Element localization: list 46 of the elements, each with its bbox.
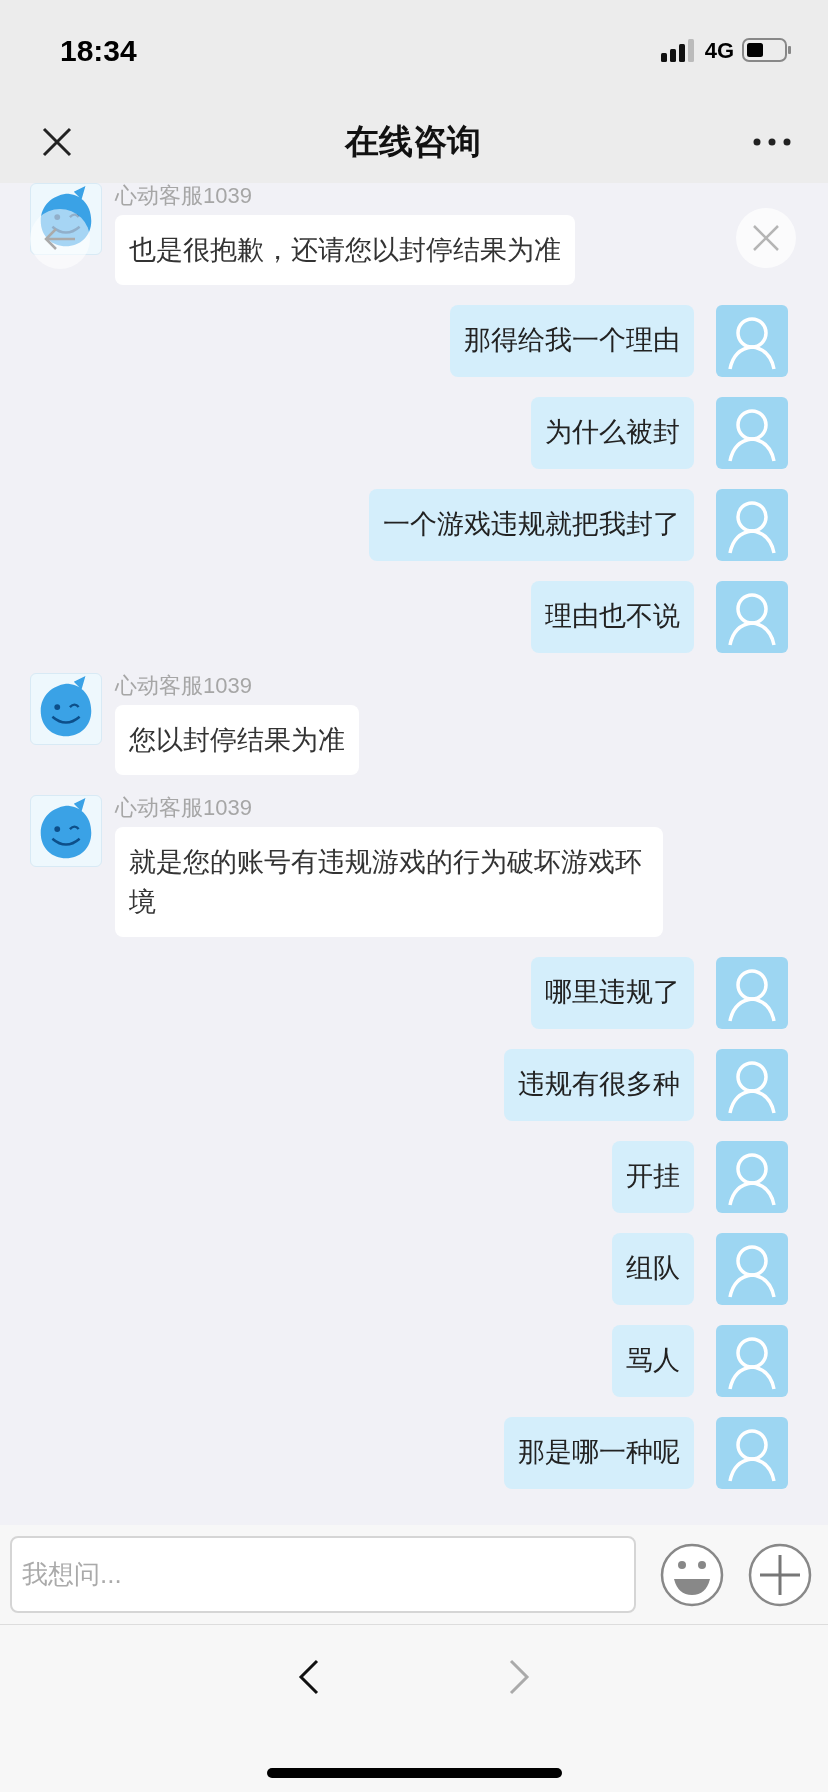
person-avatar-icon bbox=[716, 1325, 788, 1397]
message-bubble: 那是哪一种呢 bbox=[504, 1417, 694, 1489]
message-bubble: 那得给我一个理由 bbox=[450, 305, 694, 377]
more-icon bbox=[753, 137, 791, 146]
message-input[interactable]: 我想问... bbox=[10, 1536, 636, 1613]
battery-icon bbox=[742, 38, 792, 62]
message-bubble: 哪里违规了 bbox=[531, 957, 694, 1029]
network-label: 4G bbox=[704, 36, 734, 65]
agent-name: 心动客服1039 bbox=[115, 183, 252, 209]
message-bubble: 您以封停结果为准 bbox=[115, 705, 359, 775]
forward-chevron-icon bbox=[508, 1659, 530, 1695]
status-time: 18:34 bbox=[60, 32, 137, 69]
window-title: 在线咨询 bbox=[345, 121, 481, 162]
person-avatar-icon bbox=[716, 957, 788, 1029]
message-bubble: 就是您的账号有违规游戏的行为破坏游戏环境 bbox=[115, 827, 663, 937]
emoji-button[interactable] bbox=[660, 1542, 724, 1607]
add-button[interactable] bbox=[748, 1542, 812, 1607]
person-avatar-icon bbox=[716, 305, 788, 377]
message-bubble: 也是很抱歉，还请您以封停结果为准 bbox=[115, 215, 575, 285]
message-bubble: 开挂 bbox=[612, 1141, 694, 1213]
person-avatar-icon bbox=[716, 1049, 788, 1121]
smiley-icon bbox=[660, 1542, 724, 1607]
close-icon bbox=[752, 224, 780, 252]
person-avatar-icon bbox=[716, 1141, 788, 1213]
message-bubble: 理由也不说 bbox=[531, 581, 694, 653]
person-avatar-icon bbox=[716, 397, 788, 469]
message-bubble: 为什么被封 bbox=[531, 397, 694, 469]
person-avatar-icon bbox=[716, 1233, 788, 1305]
message-bubble: 违规有很多种 bbox=[504, 1049, 694, 1121]
smiley-avatar-icon bbox=[30, 673, 102, 745]
message-bubble: 组队 bbox=[612, 1233, 694, 1305]
back-overlay-button[interactable] bbox=[30, 209, 90, 269]
agent-name: 心动客服1039 bbox=[115, 673, 252, 699]
person-avatar-icon bbox=[716, 489, 788, 561]
back-arrow-icon bbox=[43, 227, 77, 251]
agent-name: 心动客服1039 bbox=[115, 795, 252, 821]
message-bubble: 骂人 bbox=[612, 1325, 694, 1397]
smiley-avatar-icon bbox=[30, 183, 102, 255]
person-avatar-icon bbox=[716, 581, 788, 653]
plus-icon bbox=[748, 1542, 812, 1607]
signal-icon bbox=[660, 38, 697, 62]
close-icon bbox=[42, 126, 72, 157]
message-bubble: 一个游戏违规就把我封了 bbox=[369, 489, 694, 561]
person-avatar-icon bbox=[716, 1417, 788, 1489]
back-chevron-icon bbox=[298, 1659, 320, 1695]
smiley-avatar-icon bbox=[30, 795, 102, 867]
